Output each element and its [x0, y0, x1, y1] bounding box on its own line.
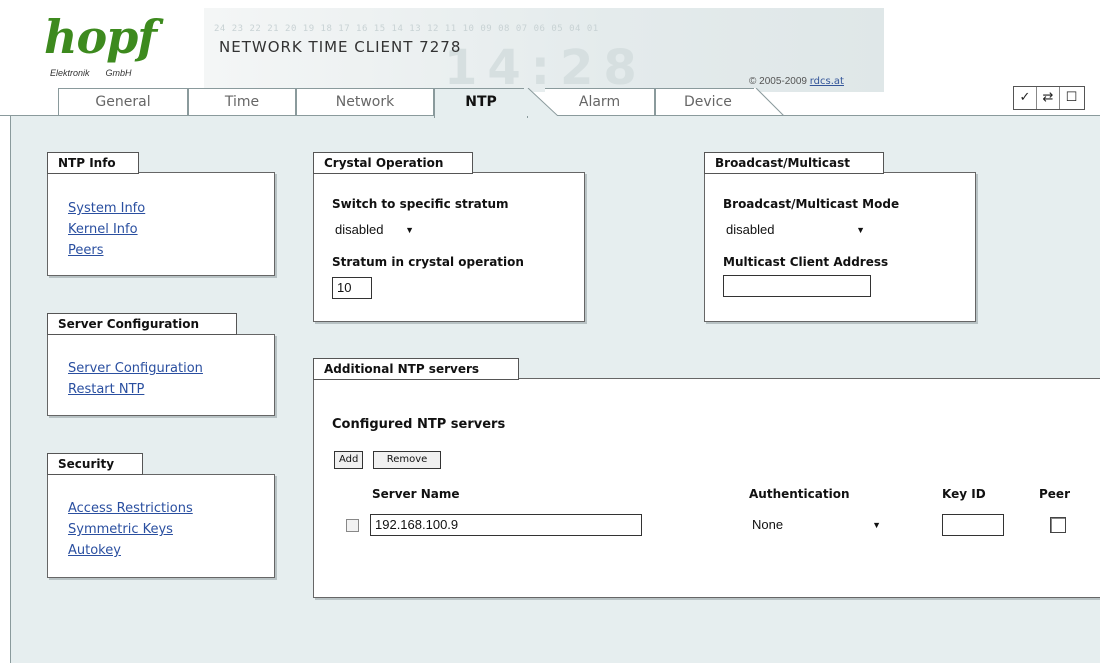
header-decorative-digits: 24 23 22 21 20 19 18 17 16 15 14 13 12 1… — [214, 24, 599, 34]
logo-sub-left: Elektronik — [50, 68, 90, 78]
chevron-down-icon: ▼ — [872, 520, 881, 530]
crystal-operation-title: Crystal Operation — [313, 152, 473, 174]
stratum-crystal-label: Stratum in crystal operation — [332, 255, 524, 269]
chevron-down-icon: ▼ — [405, 225, 414, 235]
broadcast-multicast-panel: Broadcast/Multicast Mode disabled ▼ Mult… — [704, 172, 976, 322]
header-decorative-clock: 14:28 — [444, 40, 647, 92]
column-server-name: Server Name — [372, 487, 460, 501]
link-access-restrictions[interactable]: Access Restrictions — [68, 501, 193, 516]
broadcast-mode-select[interactable]: disabled ▼ — [723, 219, 869, 241]
column-authentication: Authentication — [749, 487, 850, 501]
link-restart-ntp[interactable]: Restart NTP — [68, 382, 144, 397]
tab-network[interactable]: Network — [296, 88, 434, 116]
copyright-notice: © 2005-2009 rdcs.at — [749, 76, 844, 87]
main-tab-bar: General Time Network NTP Alarm Device — [0, 88, 1100, 118]
configured-servers-title: Configured NTP servers — [332, 417, 506, 432]
ntp-info-panel: System Info Kernel Info Peers — [47, 172, 275, 276]
server-config-panel: Server Configuration Restart NTP — [47, 334, 275, 416]
tab-ntp-slant — [524, 88, 558, 116]
key-id-input[interactable] — [942, 514, 1004, 536]
tab-time[interactable]: Time — [188, 88, 296, 116]
broadcast-multicast-title: Broadcast/Multicast — [704, 152, 884, 174]
additional-ntp-title: Additional NTP servers — [313, 358, 519, 380]
logo-subtitle: Elektronik GmbH — [50, 68, 132, 78]
product-title: NETWORK TIME CLIENT 7278 — [219, 38, 462, 56]
toolbar-actions: ✓ ⇄ ☐ — [1013, 86, 1085, 110]
hopf-logo: hopf Elektronik GmbH — [44, 10, 164, 82]
save-icon[interactable]: ☐ — [1060, 87, 1083, 109]
link-peers[interactable]: Peers — [68, 243, 104, 258]
switch-stratum-select[interactable]: disabled ▼ — [332, 219, 418, 241]
switch-stratum-label: Switch to specific stratum — [332, 197, 509, 211]
switch-stratum-value: disabled — [335, 222, 384, 237]
apply-icon[interactable]: ✓ — [1014, 87, 1037, 109]
tab-general[interactable]: General — [58, 88, 188, 116]
broadcast-mode-label: Broadcast/Multicast Mode — [723, 197, 900, 211]
remove-server-button[interactable]: Remove — [373, 451, 441, 469]
logo-sub-right: GmbH — [105, 68, 132, 78]
security-panel: Access Restrictions Symmetric Keys Autok… — [47, 474, 275, 578]
chevron-down-icon: ▼ — [856, 225, 865, 235]
refresh-icon[interactable]: ⇄ — [1037, 87, 1060, 109]
crystal-operation-panel: Switch to specific stratum disabled ▼ St… — [313, 172, 585, 322]
tab-device-slant — [754, 88, 784, 116]
link-kernel-info[interactable]: Kernel Info — [68, 222, 138, 237]
server-config-title: Server Configuration — [47, 313, 237, 335]
broadcast-mode-value: disabled — [726, 222, 775, 237]
link-system-info[interactable]: System Info — [68, 201, 145, 216]
link-autokey[interactable]: Autokey — [68, 543, 121, 558]
logo-text: hopf — [44, 10, 157, 64]
content-area: System Info Kernel Info Peers NTP Info S… — [10, 115, 1100, 663]
add-server-button[interactable]: Add — [334, 451, 364, 469]
column-key-id: Key ID — [942, 487, 986, 501]
row-select-checkbox[interactable] — [346, 519, 359, 532]
ntp-info-title: NTP Info — [47, 152, 139, 174]
security-title: Security — [47, 453, 143, 475]
multicast-address-input[interactable] — [723, 275, 871, 297]
authentication-value: None — [752, 517, 784, 532]
authentication-select[interactable]: None ▼ — [749, 514, 885, 536]
link-symmetric-keys[interactable]: Symmetric Keys — [68, 522, 173, 537]
stratum-crystal-input[interactable]: 10 — [332, 277, 372, 299]
link-server-configuration[interactable]: Server Configuration — [68, 361, 203, 376]
column-peer: Peer — [1039, 487, 1070, 501]
header-banner: 24 23 22 21 20 19 18 17 16 15 14 13 12 1… — [34, 8, 884, 92]
peer-checkbox[interactable] — [1050, 517, 1066, 533]
copyright-link[interactable]: rdcs.at — [810, 76, 844, 87]
server-address-input[interactable]: 192.168.100.9 — [370, 514, 642, 536]
tab-alarm[interactable]: Alarm — [545, 88, 655, 116]
copyright-text: © 2005-2009 — [749, 76, 810, 87]
tab-ntp[interactable]: NTP — [434, 88, 528, 118]
multicast-address-label: Multicast Client Address — [723, 255, 889, 269]
tab-device[interactable]: Device — [655, 88, 755, 116]
additional-ntp-panel: Configured NTP servers Add Remove Server… — [313, 378, 1100, 598]
